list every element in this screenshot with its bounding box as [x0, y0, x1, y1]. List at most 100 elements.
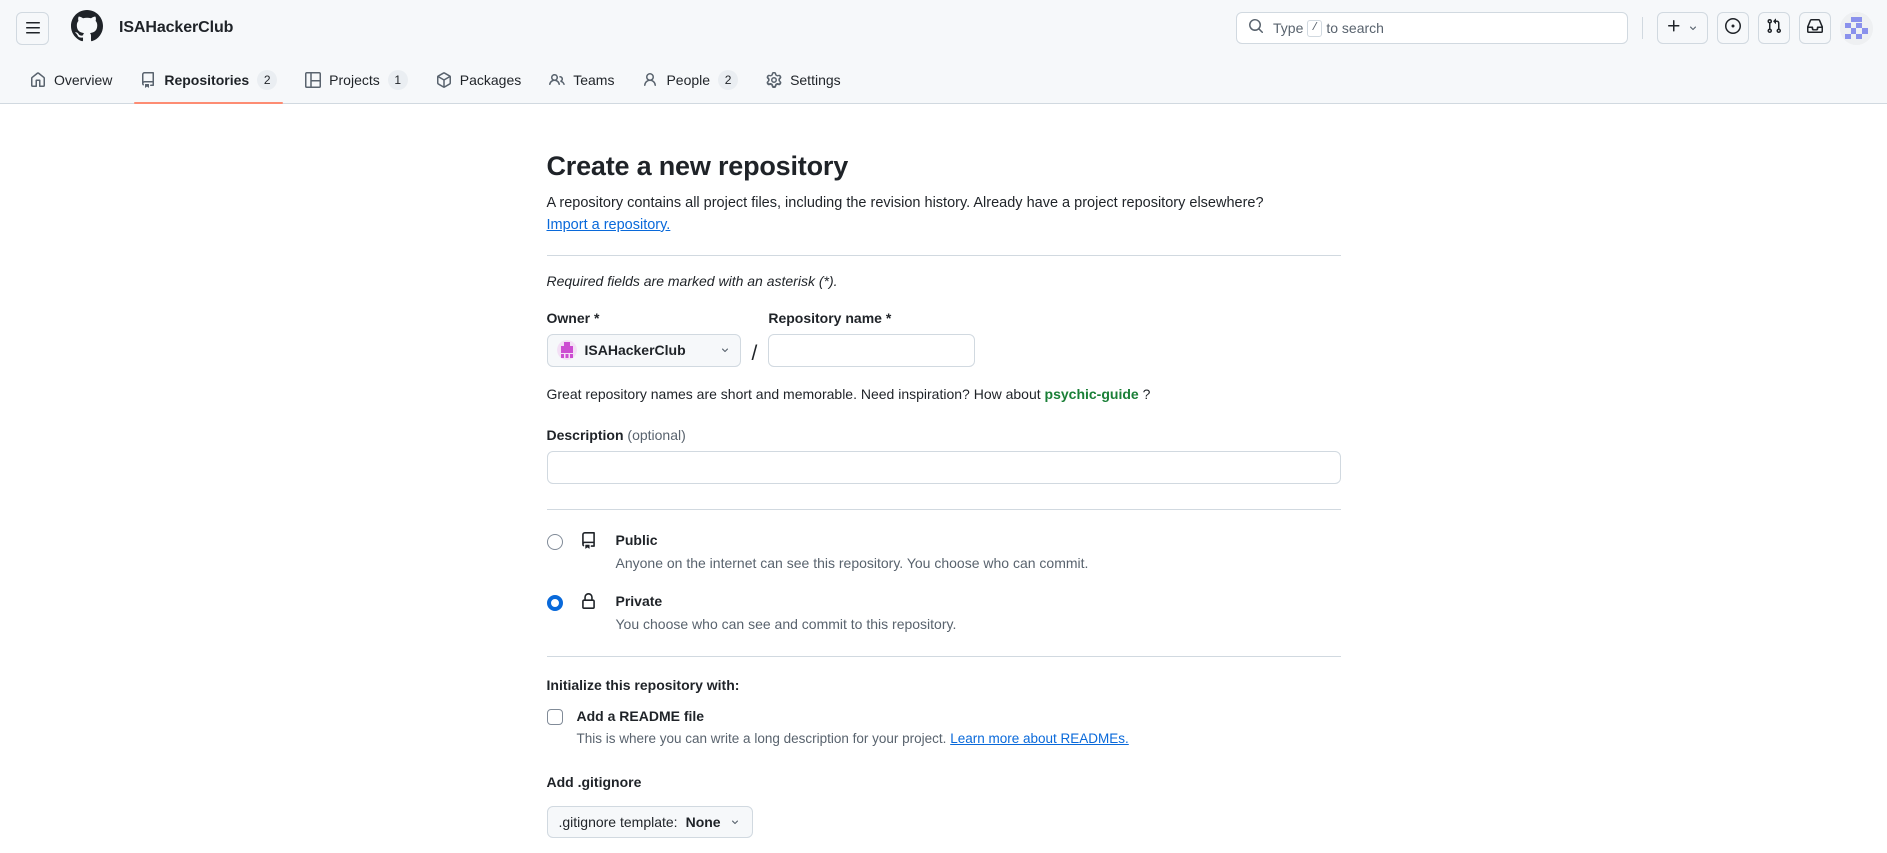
- sidebar-item-projects[interactable]: Projects 1: [291, 56, 422, 103]
- description-optional-tag: (optional): [627, 426, 686, 443]
- public-radio[interactable]: [546, 533, 563, 550]
- readme-description: This is where you can write a long descr…: [577, 729, 1129, 749]
- nav-tab-label: People: [666, 71, 711, 88]
- global-header: ISAHackerClub Type / to search: [0, 0, 1887, 56]
- owner-label: Owner *: [546, 309, 600, 326]
- page-title: Create a new repository: [546, 151, 849, 181]
- owner-avatar: [556, 340, 577, 361]
- person-icon: [642, 72, 658, 88]
- repository-name-label: Repository name *: [768, 309, 892, 326]
- readme-learn-more-link[interactable]: Learn more about READMEs.: [950, 731, 1129, 746]
- home-icon: [30, 71, 46, 88]
- repo-icon: [580, 531, 598, 549]
- gitignore-button-prefix: .gitignore template:: [558, 813, 678, 830]
- private-title[interactable]: Private: [616, 592, 957, 611]
- new-repository-form: Create a new repository A repository con…: [546, 150, 1341, 853]
- chevron-down-icon: [719, 344, 731, 356]
- sidebar-item-packages[interactable]: Packages: [422, 56, 535, 103]
- search-suffix: to search: [1326, 20, 1384, 36]
- nav-tab-label: Overview: [54, 71, 113, 88]
- search-prefix: Type: [1273, 20, 1304, 36]
- description-field-group: Description (optional): [546, 426, 1341, 484]
- search-placeholder: Type / to search: [1273, 19, 1384, 37]
- header-actions: Type / to search: [1236, 0, 1873, 56]
- sidebar-item-repositories[interactable]: Repositories 2: [126, 56, 291, 104]
- repository-name-hint: Great repository names are short and mem…: [547, 386, 1341, 402]
- pull-requests-button[interactable]: [1758, 12, 1790, 44]
- search-icon: [1248, 18, 1264, 39]
- owner-and-name-row: Owner * ISAHackerClub / Repository name …: [546, 309, 1341, 367]
- sidebar-item-settings[interactable]: Settings: [752, 56, 855, 103]
- readme-checkbox[interactable]: [546, 709, 563, 726]
- nav-tab-counter: 2: [257, 69, 278, 90]
- github-home-link[interactable]: [71, 9, 103, 47]
- sidebar-item-overview[interactable]: Overview: [16, 56, 126, 103]
- plus-icon: [1666, 18, 1682, 39]
- description-input[interactable]: [546, 450, 1341, 484]
- chevron-down-icon: [1687, 22, 1699, 34]
- hamburger-icon: [25, 20, 41, 36]
- nav-tab-counter: 2: [718, 69, 739, 90]
- divider: [546, 656, 1341, 658]
- gitignore-template-select[interactable]: .gitignore template: None: [546, 805, 753, 838]
- owner-field-group: Owner * ISAHackerClub: [546, 309, 741, 367]
- readme-description-text: This is where you can write a long descr…: [576, 731, 947, 747]
- main-content: Create a new repository A repository con…: [0, 104, 1887, 853]
- private-radio[interactable]: [546, 595, 563, 611]
- gitignore-section: Add .gitignore .gitignore template: None…: [546, 774, 1341, 853]
- user-avatar[interactable]: [1840, 11, 1873, 45]
- search-shortcut-key: /: [1307, 19, 1323, 37]
- organization-nav: Overview Repositories 2 Projects 1 Packa…: [0, 56, 1887, 104]
- form-description-text: A repository contains all project files,…: [546, 194, 1264, 211]
- public-option-texts: Public Anyone on the internet can see th…: [616, 531, 1089, 573]
- initialize-heading: Initialize this repository with:: [546, 677, 740, 694]
- form-description: A repository contains all project files,…: [547, 192, 1341, 236]
- inbox-button[interactable]: [1799, 12, 1831, 44]
- sidebar-item-people[interactable]: People 2: [628, 56, 752, 103]
- description-label-text: Description: [546, 426, 624, 443]
- lock-icon: [580, 593, 598, 610]
- public-description: Anyone on the internet can see this repo…: [615, 554, 1089, 571]
- project-icon: [305, 71, 322, 88]
- private-description: You choose who can see and commit to thi…: [615, 615, 957, 632]
- navigation-menu-button[interactable]: [16, 11, 49, 45]
- nav-tab-label: Packages: [459, 71, 522, 88]
- chevron-down-icon: [729, 816, 741, 828]
- organization-name[interactable]: ISAHackerClub: [119, 19, 233, 37]
- sidebar-item-teams[interactable]: Teams: [535, 56, 628, 103]
- nav-tab-counter: 1: [387, 69, 408, 90]
- nav-tab-label: Settings: [790, 71, 841, 88]
- divider: [546, 508, 1341, 510]
- repository-name-suggestion[interactable]: psychic-guide: [1045, 386, 1139, 402]
- owner-select[interactable]: ISAHackerClub: [546, 333, 741, 367]
- gitignore-button-value: None: [685, 813, 721, 830]
- import-repository-link[interactable]: Import a repository.: [547, 217, 671, 233]
- repository-name-hint-suffix: ?: [1142, 385, 1151, 402]
- issue-opened-icon: [1725, 17, 1741, 39]
- repo-icon: [140, 71, 156, 88]
- people-icon: [549, 72, 566, 88]
- repository-name-field-group: Repository name *: [768, 309, 976, 367]
- readme-option-texts: Add a README file This is where you can …: [577, 707, 1129, 749]
- readme-title[interactable]: Add a README file: [577, 707, 1129, 725]
- search-input[interactable]: Type / to search: [1236, 12, 1628, 44]
- header-divider: [1642, 17, 1643, 39]
- visibility-option-public[interactable]: Public Anyone on the internet can see th…: [546, 531, 1341, 573]
- visibility-options: Public Anyone on the internet can see th…: [546, 531, 1341, 634]
- package-icon: [436, 71, 452, 88]
- git-pull-request-icon: [1766, 18, 1782, 39]
- github-mark-icon: [71, 9, 103, 47]
- readme-option[interactable]: Add a README file This is where you can …: [546, 707, 1341, 749]
- nav-tab-label: Teams: [573, 71, 615, 88]
- public-title[interactable]: Public: [616, 531, 1089, 550]
- repository-name-hint-text: Great repository names are short and mem…: [546, 385, 1041, 402]
- inbox-icon: [1807, 18, 1823, 39]
- nav-tab-label: Repositories: [164, 71, 250, 88]
- visibility-option-private[interactable]: Private You choose who can see and commi…: [546, 592, 1341, 634]
- owner-name-separator: /: [751, 341, 758, 365]
- repository-name-input[interactable]: [768, 333, 976, 367]
- create-new-button[interactable]: [1657, 12, 1708, 44]
- divider: [546, 254, 1341, 256]
- owner-value: ISAHackerClub: [584, 342, 686, 359]
- issues-button[interactable]: [1717, 12, 1749, 44]
